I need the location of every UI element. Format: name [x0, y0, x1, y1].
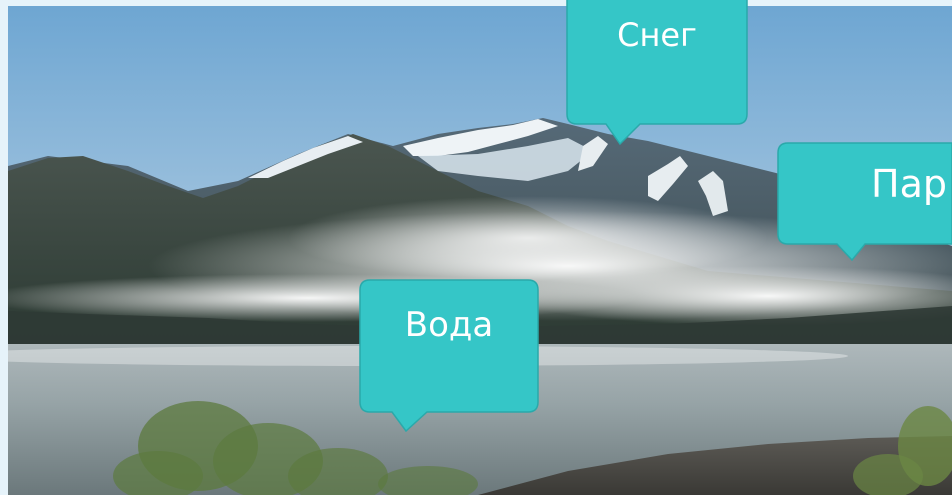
callout-snow-label: Снег	[617, 16, 697, 54]
fog-upper	[288, 196, 768, 280]
callout-snow: Снег	[566, 0, 748, 146]
callout-water: Вода	[359, 279, 539, 433]
callout-water-shape	[359, 279, 539, 433]
callout-water-label: Вода	[404, 305, 494, 345]
callout-steam-label: Пар	[871, 162, 947, 206]
callout-steam: Пар	[777, 142, 952, 262]
